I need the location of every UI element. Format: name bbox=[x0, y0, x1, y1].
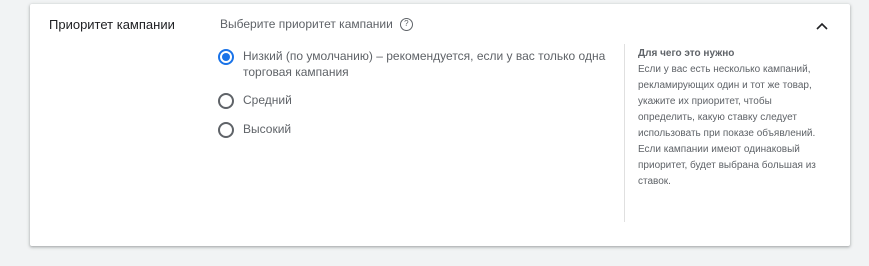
help-panel: Для чего это нужно Если у вас есть неско… bbox=[638, 46, 818, 190]
option-medium-label: Средний bbox=[243, 93, 292, 107]
help-panel-body: Если у вас есть несколько кампаний, рекл… bbox=[638, 64, 816, 187]
radio-low[interactable] bbox=[218, 49, 234, 65]
collapse-button[interactable] bbox=[812, 16, 832, 36]
option-low-label: Низкий (по умолчанию) – рекомендуется, е… bbox=[243, 49, 606, 79]
divider bbox=[624, 44, 625, 222]
option-low[interactable]: Низкий (по умолчанию) – рекомендуется, е… bbox=[218, 48, 608, 80]
section-title: Приоритет кампании bbox=[49, 17, 175, 32]
option-high[interactable]: Высокий bbox=[218, 121, 608, 138]
option-medium[interactable]: Средний bbox=[218, 92, 608, 109]
priority-options: Низкий (по умолчанию) – рекомендуется, е… bbox=[218, 48, 608, 150]
chevron-up-icon bbox=[816, 22, 828, 30]
help-icon[interactable]: ? bbox=[399, 17, 413, 31]
radio-medium[interactable] bbox=[218, 93, 234, 109]
help-panel-title: Для чего это нужно bbox=[638, 48, 735, 59]
option-high-label: Высокий bbox=[243, 122, 292, 136]
priority-prompt-label: Выберите приоритет кампании bbox=[220, 17, 393, 31]
priority-prompt: Выберите приоритет кампании ? bbox=[220, 17, 413, 31]
radio-high[interactable] bbox=[218, 122, 234, 138]
campaign-priority-card: Приоритет кампании Выберите приоритет ка… bbox=[30, 4, 850, 246]
